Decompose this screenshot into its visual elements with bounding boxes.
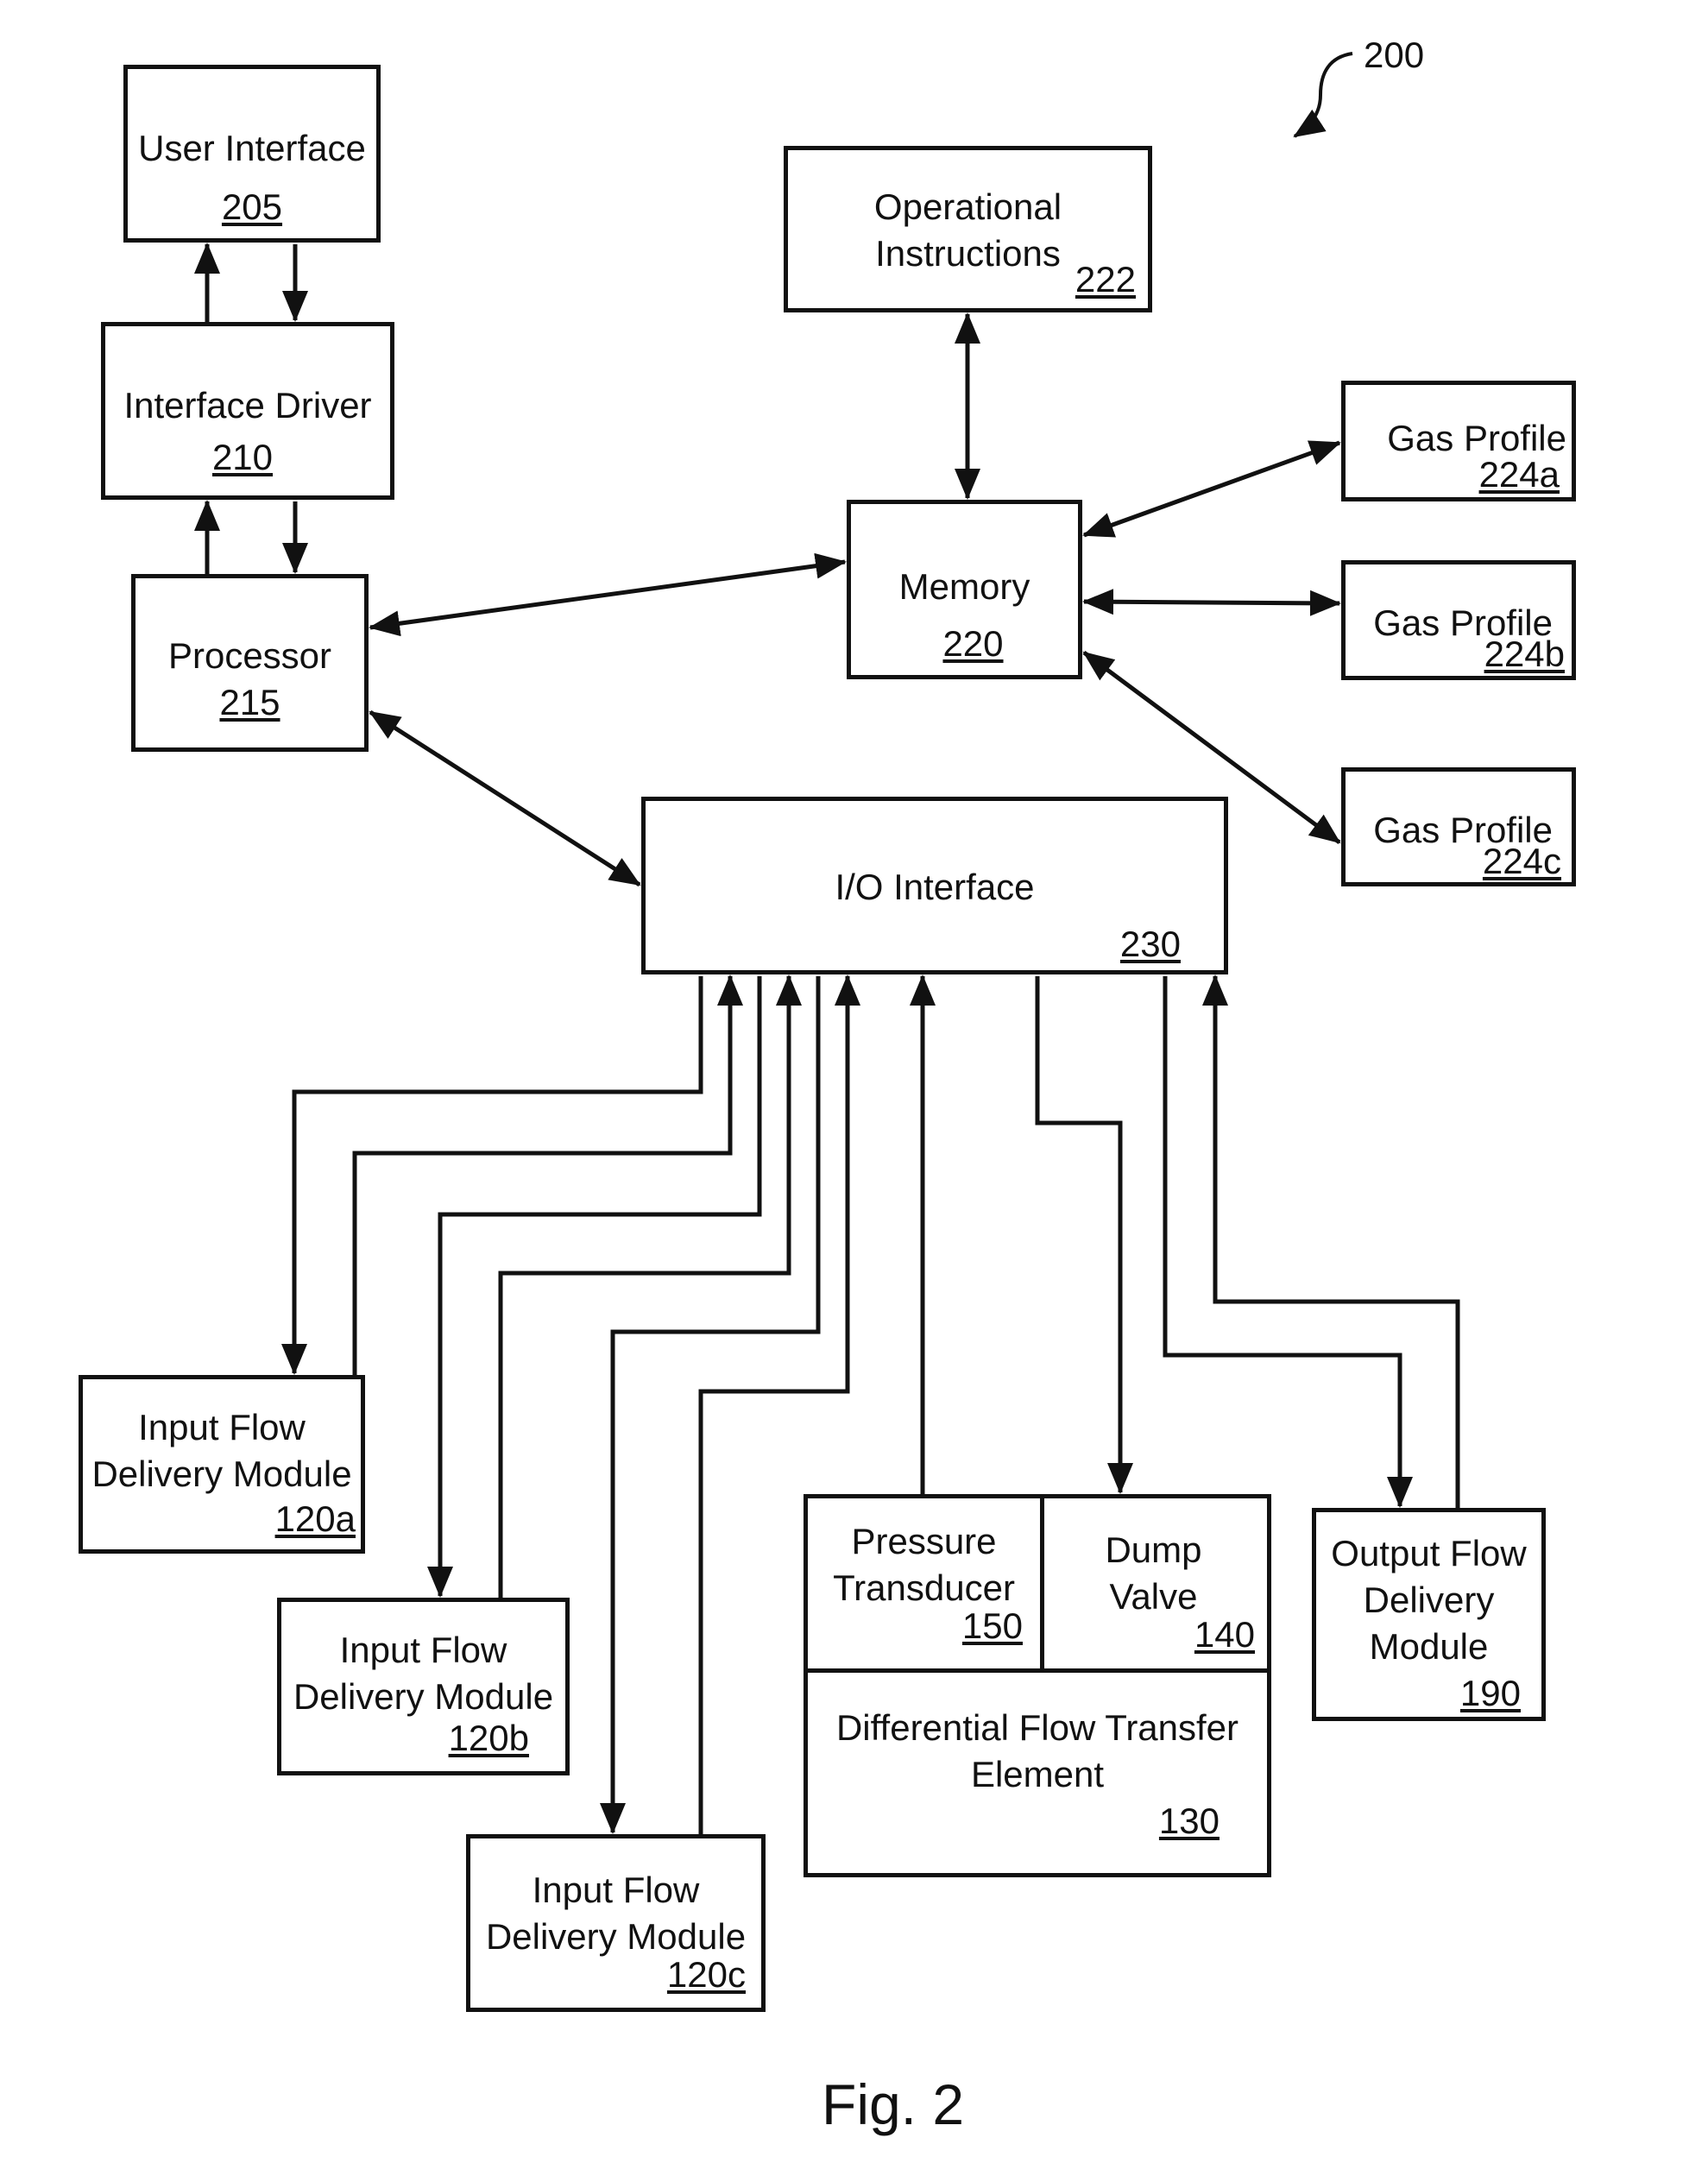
block-ref: 210 — [211, 437, 274, 477]
block-ref: 190 — [1459, 1673, 1521, 1713]
gas-profile-b-block: Gas Profile 224b — [1341, 560, 1576, 680]
user-interface-block: User Interface 205 — [123, 65, 381, 243]
wire-io-to-dump-valve — [1035, 976, 1133, 1494]
block-ref: 150 — [961, 1605, 1023, 1646]
block-ref: 224a — [1478, 454, 1560, 495]
wire-input-b-to-io — [498, 974, 802, 1598]
block-label-line3: Module — [1369, 1626, 1489, 1667]
memory-block: Memory 220 — [847, 500, 1082, 679]
block-label-line1: Pressure — [851, 1521, 997, 1561]
block-ref: 224c — [1482, 841, 1561, 881]
block-ref: 220 — [942, 623, 1004, 664]
interface-driver-block: Interface Driver 210 — [101, 322, 394, 500]
block-label: User Interface — [138, 128, 366, 168]
differential-flow-transfer-element-block: Differential Flow Transfer Element 130 — [808, 1673, 1267, 1873]
block-label: Processor — [167, 635, 332, 676]
io-interface-block: I/O Interface 230 — [641, 797, 1228, 974]
arrow-memory-gas-a — [1082, 440, 1341, 538]
wire-io-to-output — [1163, 976, 1413, 1508]
input-flow-delivery-module-b: Input Flow Delivery Module 120b — [277, 1598, 570, 1775]
block-label: Memory — [898, 566, 1030, 607]
block-ref: 224b — [1484, 634, 1565, 674]
block-label-line2: Element — [970, 1754, 1105, 1794]
block-label-line1: Input Flow — [339, 1630, 507, 1670]
block-ref: 130 — [1158, 1800, 1220, 1841]
processor-block: Processor 215 — [131, 574, 369, 752]
block-ref: 120a — [274, 1498, 356, 1539]
figure-ref-200: 200 — [1364, 35, 1425, 75]
block-label: Interface Driver — [123, 385, 372, 426]
gas-profile-a-block: Gas Profile 224a — [1341, 381, 1576, 501]
block-ref: 140 — [1194, 1614, 1255, 1655]
block-ref: 120b — [448, 1718, 529, 1758]
block-ref: 205 — [221, 186, 283, 227]
ref-200-leader — [1293, 52, 1353, 138]
figure-label: Fig. 2 — [822, 2072, 965, 2136]
block-ref: 222 — [1075, 259, 1136, 300]
block-label: I/O Interface — [835, 867, 1035, 907]
block-label-line1: Input Flow — [138, 1407, 306, 1447]
input-flow-delivery-module-c: Input Flow Delivery Module 120c — [466, 1834, 766, 2012]
block-ref: 120c — [666, 1954, 746, 1995]
block-label-line1: Operational — [873, 186, 1062, 227]
block-label-line1: Output Flow — [1331, 1533, 1527, 1573]
block-label-line2: Delivery Module — [91, 1454, 352, 1494]
block-label-line2: Delivery Module — [293, 1676, 554, 1717]
gas-profile-c-block: Gas Profile 224c — [1341, 767, 1576, 886]
differential-flow-assembly: Pressure Transducer 150 Dump Valve 140 D… — [804, 1494, 1271, 1877]
wire-input-a-to-io — [352, 974, 743, 1375]
block-label-line1: Dump — [1105, 1529, 1202, 1570]
arrow-processor-memory — [369, 552, 847, 637]
block-label-line2: Delivery — [1363, 1580, 1495, 1620]
arrow-processor-io — [369, 709, 641, 887]
block-label-line1: Differential Flow Transfer — [835, 1707, 1239, 1748]
block-ref: 230 — [1119, 924, 1181, 964]
block-ref: 215 — [219, 682, 280, 722]
pressure-transducer-block: Pressure Transducer 150 — [808, 1498, 1044, 1673]
operational-instructions-block: Operational Instructions 222 — [784, 146, 1152, 312]
output-flow-delivery-module: Output Flow Delivery Module 190 — [1312, 1508, 1546, 1721]
input-flow-delivery-module-a: Input Flow Delivery Module 120a — [79, 1375, 365, 1554]
dump-valve-block: Dump Valve 140 — [1040, 1498, 1267, 1673]
arrow-memory-gas-b — [1082, 589, 1341, 616]
wire-io-to-input-b — [427, 976, 762, 1598]
wire-output-to-io — [1202, 974, 1460, 1508]
block-label-line1: Input Flow — [532, 1870, 700, 1910]
